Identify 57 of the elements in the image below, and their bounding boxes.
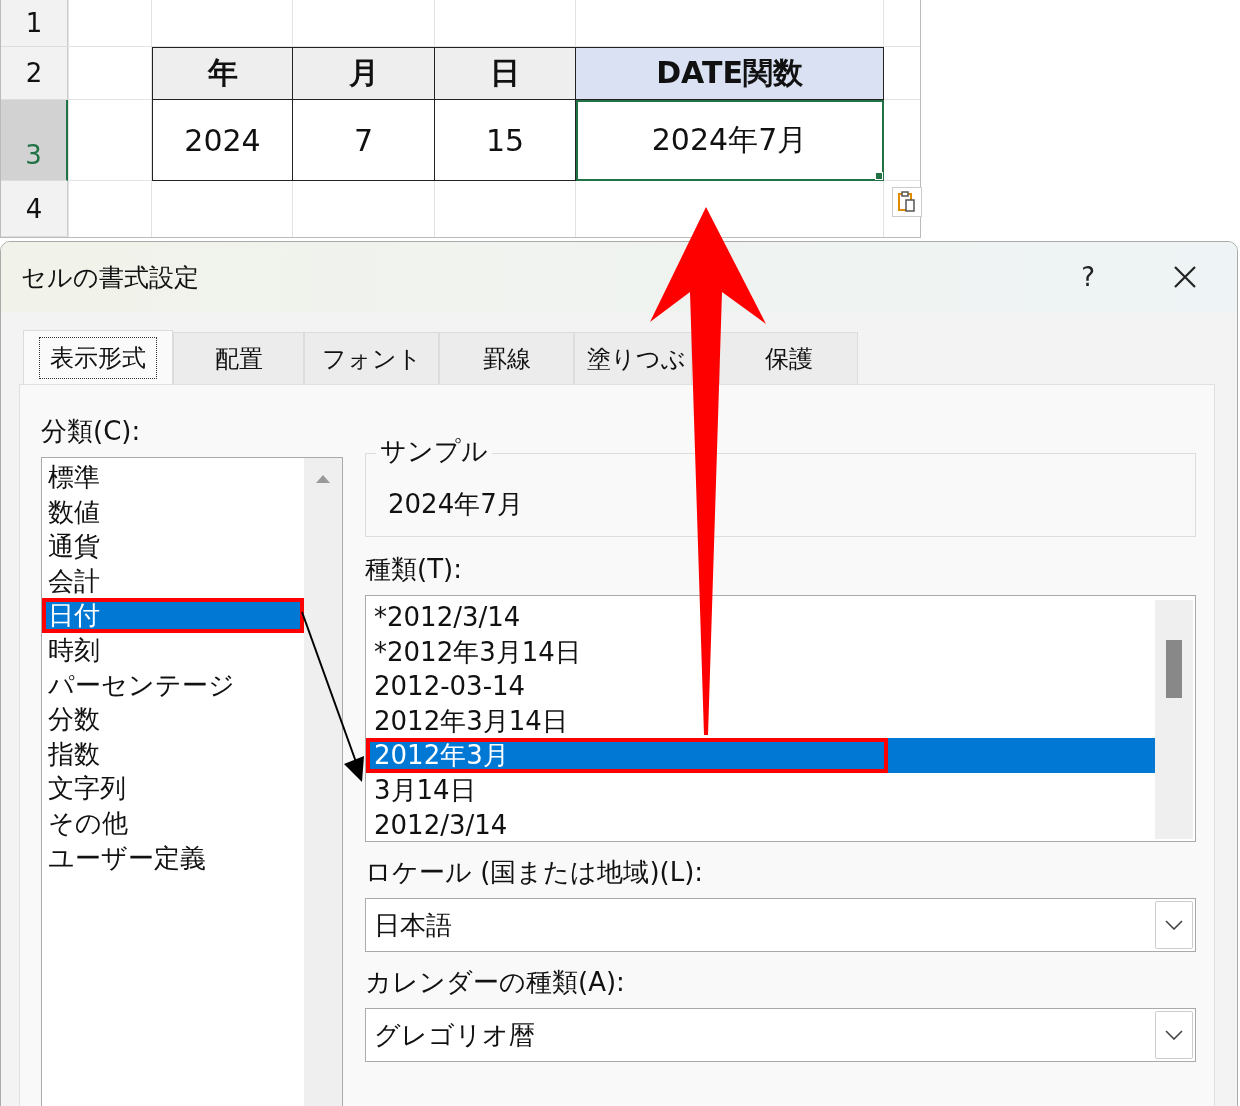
scrollbar[interactable] bbox=[304, 458, 342, 1106]
list-item[interactable]: ユーザー定義 bbox=[42, 840, 304, 876]
window-title: セルの書式設定 bbox=[21, 261, 200, 294]
list-item[interactable]: 2012年3月 bbox=[366, 738, 1155, 773]
table-cell: DATE関数 bbox=[576, 47, 884, 100]
table-cell[interactable]: 2024年7月 bbox=[576, 100, 884, 181]
row-header[interactable]: 2 bbox=[1, 47, 68, 100]
fill-handle[interactable] bbox=[875, 172, 883, 180]
list-item[interactable]: *2012/3/14 bbox=[366, 600, 1155, 635]
tab[interactable]: 配置 bbox=[173, 332, 304, 384]
tab[interactable]: 保護 bbox=[719, 332, 858, 384]
chevron-down-icon bbox=[1165, 920, 1183, 930]
help-button[interactable]: ? bbox=[1081, 262, 1095, 292]
list-item[interactable]: 指数 bbox=[42, 736, 304, 772]
scrollbar[interactable] bbox=[1155, 600, 1193, 839]
calendar-dropdown[interactable]: グレゴリオ暦 bbox=[365, 1008, 1196, 1062]
scroll-thumb[interactable] bbox=[1166, 640, 1182, 698]
tab[interactable]: 罫線 bbox=[439, 332, 574, 384]
list-item[interactable]: パーセンテージ bbox=[42, 667, 304, 703]
list-item[interactable]: *2012年3月14日 bbox=[366, 634, 1155, 670]
list-item[interactable]: その他 bbox=[42, 805, 304, 841]
list-item[interactable]: 3月14日 bbox=[366, 772, 1155, 808]
list-item[interactable]: 日付 bbox=[42, 598, 304, 633]
category-label: 分類(C): bbox=[41, 415, 142, 448]
table-cell: 月 bbox=[293, 47, 435, 100]
list-item[interactable]: 2012-03-14 bbox=[366, 669, 1155, 704]
row-header[interactable]: 1 bbox=[1, 0, 68, 47]
list-item[interactable]: 標準 bbox=[42, 460, 304, 495]
row-header[interactable]: 4 bbox=[1, 181, 68, 237]
locale-label: ロケール (国または地域)(L): bbox=[365, 856, 705, 889]
list-item[interactable]: 数値 bbox=[42, 494, 304, 530]
dropdown-button[interactable] bbox=[1155, 1011, 1193, 1059]
close-icon[interactable] bbox=[1173, 265, 1197, 289]
chevron-down-icon bbox=[1165, 1030, 1183, 1040]
list-item[interactable]: 通貨 bbox=[42, 529, 304, 564]
tab[interactable]: 塗りつぶ bbox=[574, 332, 692, 384]
type-label: 種類(T): bbox=[365, 553, 463, 586]
tab[interactable]: フォント bbox=[304, 332, 439, 384]
table-cell: 日 bbox=[435, 47, 576, 100]
list-item[interactable]: 2012/3/14 bbox=[366, 807, 1155, 843]
list-item[interactable]: 時刻 bbox=[42, 632, 304, 668]
sample-value: 2024年7月 bbox=[388, 488, 523, 521]
calendar-label: カレンダーの種類(A): bbox=[365, 966, 626, 999]
list-item[interactable]: 会計 bbox=[42, 563, 304, 599]
tab[interactable]: 表示形式 bbox=[23, 330, 173, 384]
dropdown-button[interactable] bbox=[1155, 901, 1193, 949]
row-header[interactable]: 3 bbox=[1, 100, 68, 181]
paste-options-icon[interactable] bbox=[892, 187, 922, 217]
table-cell[interactable]: 2024 bbox=[152, 100, 293, 181]
list-item[interactable]: 2012年3月14日 bbox=[366, 703, 1155, 739]
scroll-up-icon[interactable] bbox=[315, 474, 331, 484]
table-cell[interactable]: 7 bbox=[293, 100, 435, 181]
table-cell: 年 bbox=[152, 47, 293, 100]
locale-dropdown[interactable]: 日本語 bbox=[365, 898, 1196, 952]
list-item[interactable]: 文字列 bbox=[42, 771, 304, 806]
list-item[interactable]: 分数 bbox=[42, 702, 304, 737]
table-cell[interactable]: 15 bbox=[435, 100, 576, 181]
